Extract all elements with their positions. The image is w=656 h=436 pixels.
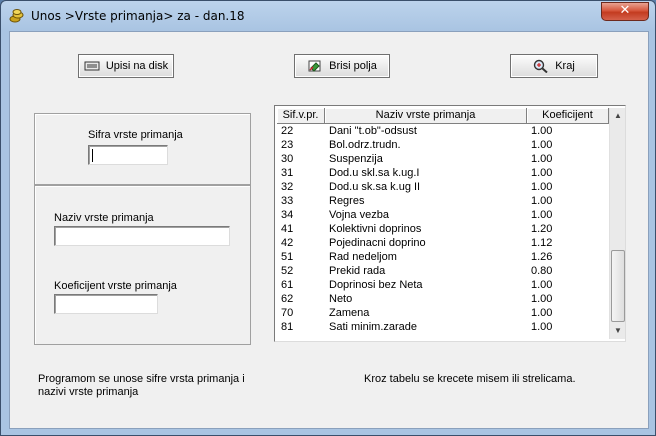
table-row[interactable]: 33 Regres 1.00 — [277, 194, 609, 208]
scroll-down-icon[interactable]: ▼ — [610, 323, 625, 339]
save-to-disk-label: Upisi na disk — [105, 60, 169, 72]
cell-name: Doprinosi bez Neta — [329, 279, 423, 291]
cell-code: 22 — [281, 125, 294, 137]
table-row[interactable]: 51 Rad nedeljom 1.26 — [277, 250, 609, 264]
table-row[interactable]: 31 Dod.u skl.sa k.ug.I 1.00 — [277, 166, 609, 180]
table-row[interactable]: 70 Zamena 1.00 — [277, 306, 609, 320]
cell-name: Vojna vezba — [329, 209, 389, 221]
cell-code: 23 — [281, 139, 294, 151]
table-body: 22 Dani "t.ob"-odsust 1.00 23 Bol.odrz.trudn… — [277, 124, 609, 334]
cell-name: Pojedinacni doprino — [329, 237, 426, 249]
scrollbar-thumb[interactable] — [611, 250, 625, 322]
code-input[interactable] — [88, 145, 168, 165]
cell-coefficient: 1.00 — [531, 167, 553, 179]
cell-coefficient: 1.00 — [531, 279, 553, 291]
table-row[interactable]: 23 Bol.odrz.trudn. 1.00 — [277, 138, 609, 152]
table-row[interactable]: 22 Dani "t.ob"-odsust 1.00 — [277, 124, 609, 138]
column-header-coefficient[interactable]: Koeficijent — [527, 108, 609, 124]
cell-coefficient: 1.00 — [531, 307, 553, 319]
cell-code: 34 — [281, 209, 294, 221]
magnifier-icon — [533, 59, 549, 74]
clear-fields-label: Brisi polja — [329, 60, 377, 72]
cell-coefficient: 1.00 — [531, 293, 553, 305]
table-row[interactable]: 81 Sati minim.zarade 1.00 — [277, 320, 609, 334]
cell-name: Suspenzija — [329, 153, 383, 165]
clear-fields-button[interactable]: Brisi polja — [294, 54, 390, 78]
cell-code: 81 — [281, 321, 294, 333]
cell-code: 52 — [281, 265, 294, 277]
cell-name: Dod.u sk.sa k.ug II — [329, 181, 421, 193]
table-vertical-scrollbar[interactable]: ▲ ▼ — [609, 108, 625, 339]
cell-coefficient: 1.12 — [531, 237, 553, 249]
column-header-code[interactable]: Sif.v.pr. — [277, 108, 325, 124]
table-row[interactable]: 41 Kolektivni doprinos 1.20 — [277, 222, 609, 236]
keyboard-icon — [84, 59, 100, 73]
cell-coefficient: 1.00 — [531, 209, 553, 221]
cell-code: 33 — [281, 195, 294, 207]
help-text-right: Kroz tabelu se krecete misem ili strelic… — [364, 373, 576, 385]
cell-name: Dod.u skl.sa k.ug.I — [329, 167, 420, 179]
cell-code: 30 — [281, 153, 294, 165]
help-text-left-line2: nazivi vrste primanja — [38, 386, 139, 398]
cell-code: 70 — [281, 307, 294, 319]
table-header: Sif.v.pr. Naziv vrste primanja Koeficije… — [277, 108, 609, 124]
name-input[interactable] — [54, 226, 230, 246]
cell-name: Kolektivni doprinos — [329, 223, 422, 235]
close-icon: ✕ — [619, 3, 631, 18]
table-row[interactable]: 52 Prekid rada 0.80 — [277, 264, 609, 278]
cell-code: 61 — [281, 279, 294, 291]
cell-code: 62 — [281, 293, 294, 305]
cell-code: 51 — [281, 251, 294, 263]
table-row[interactable]: 32 Dod.u sk.sa k.ug II 1.00 — [277, 180, 609, 194]
income-types-table[interactable]: Sif.v.pr. Naziv vrste primanja Koeficije… — [274, 105, 626, 342]
cell-code: 42 — [281, 237, 294, 249]
close-button[interactable]: ✕ — [601, 2, 649, 21]
table-row[interactable]: 34 Vojna vezba 1.00 — [277, 208, 609, 222]
coefficient-label: Koeficijent vrste primanja — [54, 280, 177, 292]
table-row[interactable]: 62 Neto 1.00 — [277, 292, 609, 306]
cell-name: Dani "t.ob"-odsust — [329, 125, 417, 137]
exit-label: Kraj — [555, 60, 575, 72]
name-label: Naziv vrste primanja — [54, 212, 154, 224]
title-bar[interactable]: Unos >Vrste primanja> za - dan.18 ✕ — [1, 1, 655, 31]
save-to-disk-button[interactable]: Upisi na disk — [78, 54, 174, 78]
cell-name: Zamena — [329, 307, 370, 319]
cell-coefficient: 1.00 — [531, 153, 553, 165]
cell-coefficient: 1.20 — [531, 223, 553, 235]
cell-code: 32 — [281, 181, 294, 193]
table-row[interactable]: 61 Doprinosi bez Neta 1.00 — [277, 278, 609, 292]
coefficient-input[interactable] — [54, 294, 158, 314]
exit-button[interactable]: Kraj — [510, 54, 598, 78]
cell-code: 41 — [281, 223, 294, 235]
main-window: Unos >Vrste primanja> za - dan.18 ✕ Upis… — [0, 0, 656, 436]
details-group-box — [34, 185, 251, 345]
scroll-up-icon[interactable]: ▲ — [610, 108, 625, 124]
table-row[interactable]: 42 Pojedinacni doprino 1.12 — [277, 236, 609, 250]
cell-coefficient: 0.80 — [531, 265, 553, 277]
window-title: Unos >Vrste primanja> za - dan.18 — [31, 9, 245, 23]
cell-coefficient: 1.00 — [531, 195, 553, 207]
cell-code: 31 — [281, 167, 294, 179]
cell-name: Bol.odrz.trudn. — [329, 139, 401, 151]
cell-coefficient: 1.00 — [531, 321, 553, 333]
cell-coefficient: 1.00 — [531, 181, 553, 193]
form-client-area: Upisi na disk Brisi polja Kraj Sifra vrs… — [9, 31, 649, 429]
app-coins-icon — [9, 8, 25, 24]
code-label: Sifra vrste primanja — [88, 129, 183, 141]
cell-name: Regres — [329, 195, 365, 207]
help-text-left-line1: Programom se unose sifre vrsta primanja … — [38, 373, 245, 385]
eraser-icon — [307, 59, 323, 73]
text-caret — [92, 149, 93, 162]
cell-name: Rad nedeljom — [329, 251, 397, 263]
cell-coefficient: 1.00 — [531, 125, 553, 137]
cell-name: Neto — [329, 293, 353, 305]
cell-coefficient: 1.26 — [531, 251, 553, 263]
table-row[interactable]: 30 Suspenzija 1.00 — [277, 152, 609, 166]
help-text-left: Programom se unose sifre vrsta primanja … — [38, 373, 245, 399]
cell-name: Prekid rada — [329, 265, 386, 277]
column-header-name[interactable]: Naziv vrste primanja — [325, 108, 527, 124]
cell-name: Sati minim.zarade — [329, 321, 418, 333]
cell-coefficient: 1.00 — [531, 139, 553, 151]
